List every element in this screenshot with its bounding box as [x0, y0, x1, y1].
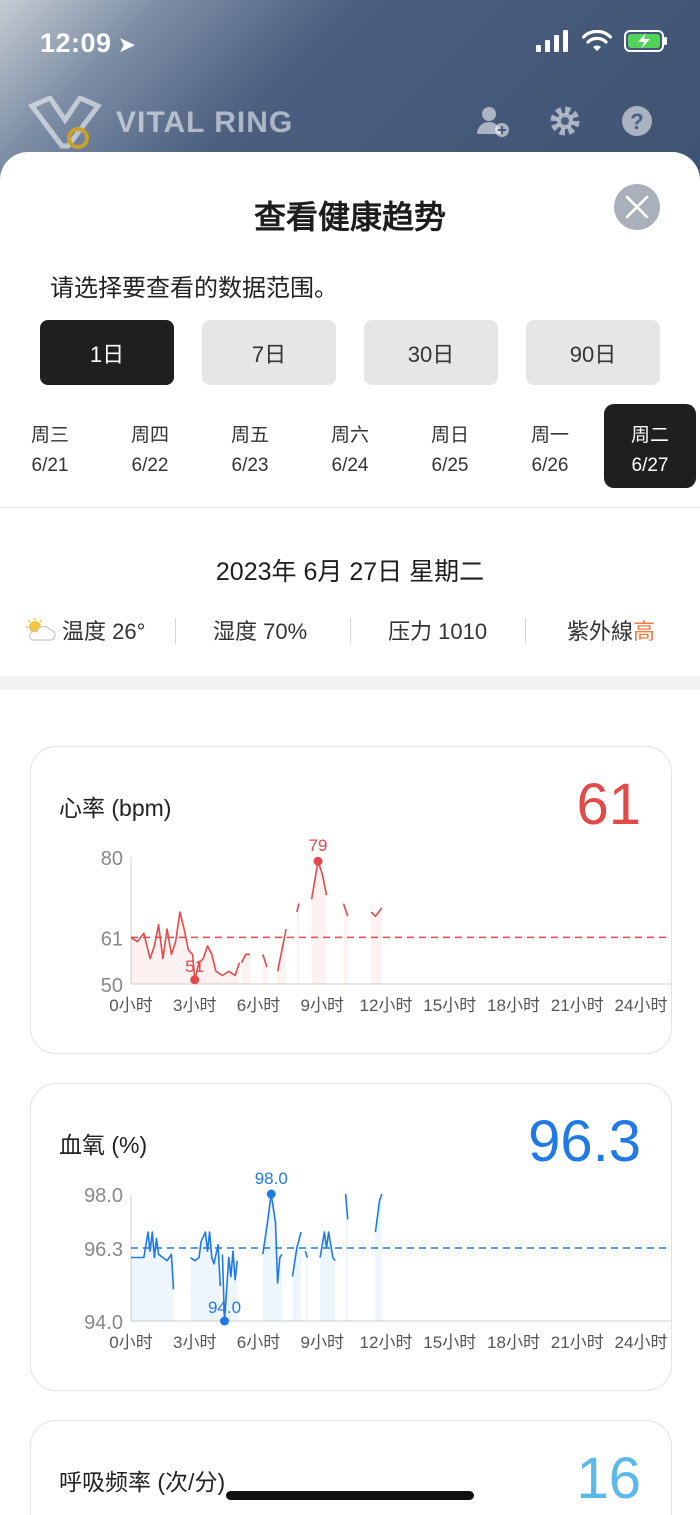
- x-tick-label: 21小时: [551, 1333, 604, 1352]
- x-tick-label: 18小时: [487, 1333, 540, 1352]
- gear-icon[interactable]: [548, 104, 582, 138]
- vital-ring-logo-icon: [28, 96, 102, 149]
- x-tick-label: 0小时: [109, 996, 152, 1015]
- weather-row: 温度 26° 湿度 70% 压力 1010 紫外線高: [0, 614, 700, 646]
- max-point: [313, 856, 323, 866]
- battery-charging-icon: [624, 30, 667, 52]
- day-item[interactable]: 周一 6/26: [504, 404, 596, 488]
- max-point: [266, 1189, 276, 1199]
- uv-label: 紫外線: [567, 619, 634, 644]
- max-label: 79: [309, 836, 328, 855]
- respiration-card[interactable]: 呼吸频率 (次/分) 16: [30, 1420, 672, 1515]
- status-bar: 12:09 ➤: [0, 0, 700, 90]
- temperature: 温度 26°: [24, 614, 145, 646]
- x-tick-label: 21小时: [551, 996, 604, 1015]
- day-item-selected[interactable]: 周二 6/27: [604, 404, 696, 488]
- range-button-90d[interactable]: 90日: [526, 320, 660, 385]
- series-area: [305, 1251, 308, 1321]
- x-tick-label: 6小时: [237, 1333, 280, 1352]
- separator: [350, 618, 351, 644]
- series-area: [371, 907, 382, 984]
- x-tick-label: 3小时: [173, 1333, 216, 1352]
- uv-value: 高: [633, 619, 656, 644]
- x-tick-label: 9小时: [301, 1333, 344, 1352]
- series-area: [296, 903, 299, 984]
- x-tick-label: 24小时: [615, 1333, 668, 1352]
- range-prompt: 请选择要查看的数据范围。: [50, 275, 338, 302]
- health-trend-sheet: 查看健康趋势 请选择要查看的数据范围。 1日 7日 30日 90日 周三 6/21…: [0, 152, 700, 1515]
- x-tick-label: 15小时: [423, 1333, 476, 1352]
- spo2-card[interactable]: 血氧 (%) 96.3 98.0 96.3 94.0 0小时 3小时 6小时 9小时 12小时…: [30, 1083, 672, 1391]
- day-item[interactable]: 周三 6/21: [4, 404, 96, 488]
- uv-index: 紫外線高: [567, 614, 655, 646]
- range-selector: 1日 7日 30日 90日: [40, 320, 660, 385]
- spo2-chart: 98.096.394.00小时 3小时 6小时 9小时 12小时 15小时 18小时 21小时…: [84, 1169, 671, 1352]
- x-tick-label: 6小时: [237, 996, 280, 1015]
- day-item[interactable]: 周日 6/25: [404, 404, 496, 488]
- status-icons: [536, 30, 668, 52]
- humidity: 湿度 70%: [213, 619, 308, 644]
- sheet-title: 查看健康趋势: [253, 199, 446, 235]
- x-tick-label: 15小时: [423, 996, 476, 1015]
- max-label: 98.0: [255, 1169, 288, 1188]
- x-tick-label: 0小时: [109, 1333, 152, 1352]
- x-tick-label: 3小时: [173, 996, 216, 1015]
- close-button[interactable]: [614, 184, 660, 230]
- range-button-30d[interactable]: 30日: [364, 320, 498, 385]
- y-tick-label: 98.0: [84, 1185, 123, 1207]
- heart-rate-card[interactable]: 心率 (bpm) 61 80 61 50 0小时 3小时 6小时 9小时 12小时 15小时 18…: [30, 746, 672, 1054]
- min-label: 51: [185, 957, 204, 976]
- brand-name: VITAL RING: [116, 106, 294, 139]
- home-indicator[interactable]: [226, 1491, 474, 1500]
- x-tick-label: 18小时: [487, 996, 540, 1015]
- add-user-icon[interactable]: [476, 104, 510, 138]
- pressure: 压力 1010: [388, 619, 488, 644]
- separator: [525, 618, 526, 644]
- status-time: 12:09 ➤: [40, 28, 137, 58]
- app-logo: VITAL RING: [28, 96, 293, 150]
- temperature-text: 温度 26°: [62, 619, 146, 644]
- full-date: 2023年 6月 27日 星期二: [215, 558, 485, 586]
- section-band: [0, 676, 700, 690]
- y-tick-label: 94.0: [84, 1312, 123, 1334]
- min-point: [190, 975, 200, 985]
- separator: [175, 618, 176, 644]
- range-button-7d[interactable]: 7日: [202, 320, 336, 385]
- min-point: [220, 1316, 229, 1326]
- min-label: 94.0: [208, 1298, 241, 1317]
- day-item[interactable]: 周六 6/24: [304, 404, 396, 488]
- x-tick-label: 9小时: [301, 996, 344, 1015]
- divider: [0, 507, 700, 508]
- day-item[interactable]: 周四 6/22: [104, 404, 196, 488]
- close-icon: [625, 195, 649, 219]
- x-tick-label: 24小时: [615, 996, 668, 1015]
- heart-rate-chart: 80 61 500小时 3小时 6小时 9小时 12小时 15小时 18小时 21小时 24小时 79…: [101, 836, 671, 1015]
- svg-text:?: ?: [630, 109, 643, 134]
- series-area: [311, 861, 327, 984]
- location-arrow-icon: ➤: [117, 32, 137, 57]
- x-tick-label: 12小时: [360, 996, 413, 1015]
- y-tick-label: 61: [101, 928, 123, 950]
- y-tick-label: 96.3: [84, 1239, 123, 1261]
- partly-cloudy-icon: [26, 618, 56, 641]
- x-tick-label: 12小时: [360, 1333, 413, 1352]
- respiration-title: 呼吸频率 (次/分): [59, 1469, 226, 1495]
- top-icons: ?: [476, 104, 654, 138]
- y-tick-label: 80: [101, 848, 123, 870]
- range-button-1d[interactable]: 1日: [40, 320, 174, 385]
- help-icon[interactable]: ?: [620, 104, 654, 138]
- day-item[interactable]: 周五 6/23: [204, 404, 296, 488]
- y-tick-label: 50: [101, 975, 123, 997]
- day-selector: 周三 6/21 周四 6/22 周五 6/23 周六 6/24 周日 6/25 周一 6/2…: [0, 404, 700, 488]
- series-area: [131, 1232, 174, 1321]
- respiration-value: 16: [576, 1446, 641, 1511]
- wifi-icon: [582, 30, 612, 51]
- signal-icon: [536, 30, 568, 52]
